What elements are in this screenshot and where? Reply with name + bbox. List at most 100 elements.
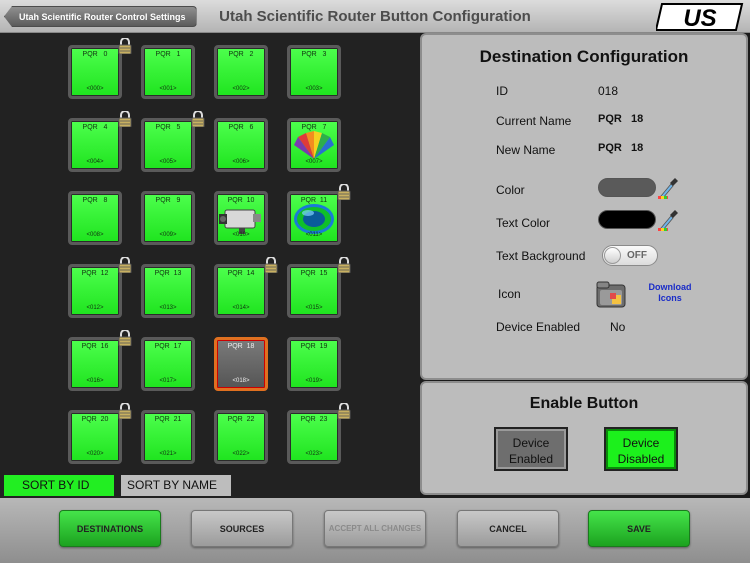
- globe-icon: [292, 202, 336, 236]
- enable-button-panel: Enable Button Device Enabled Device Disa…: [420, 381, 748, 495]
- new-name-field[interactable]: PQR 18: [598, 142, 643, 154]
- bottom-toolbar: DESTINATIONS SOURCES ACCEPT ALL CHANGES …: [0, 498, 750, 563]
- tile-name: PQR 9: [155, 197, 181, 204]
- tile-name: PQR 18: [227, 343, 255, 350]
- device-enabled-button[interactable]: Device Enabled: [494, 427, 568, 471]
- id-value: 018: [598, 84, 619, 98]
- save-button[interactable]: SAVE: [588, 510, 690, 547]
- tile-id: <008>: [86, 232, 104, 238]
- text-color-label: Text Color: [496, 216, 551, 230]
- tile-name: PQR 5: [155, 124, 181, 131]
- lock-icon: [337, 402, 351, 420]
- destination-tile[interactable]: PQR 1 <001>: [141, 45, 195, 99]
- destinations-button[interactable]: DESTINATIONS: [59, 510, 161, 547]
- destination-tile[interactable]: PQR 18 <018>: [214, 337, 268, 391]
- new-name-label: New Name: [496, 143, 556, 157]
- sources-button[interactable]: SOURCES: [191, 510, 293, 547]
- tile-name: PQR 14: [227, 270, 255, 277]
- tile-id: <002>: [232, 86, 250, 92]
- tile-id: <018>: [232, 378, 250, 384]
- tile-name: PQR 4: [82, 124, 108, 131]
- lock-icon: [118, 37, 132, 55]
- tile-id: <005>: [159, 159, 177, 165]
- destination-tile[interactable]: PQR 16 <016>: [68, 337, 122, 391]
- tile-name: PQR 20: [81, 416, 109, 423]
- tile-id: <000>: [86, 86, 104, 92]
- tile-name: PQR 3: [301, 51, 327, 58]
- tile-id: <003>: [305, 86, 323, 92]
- current-name-value: PQR 18: [598, 113, 644, 125]
- color-swatch[interactable]: [598, 178, 656, 197]
- destination-tile[interactable]: PQR 22 <022>: [214, 410, 268, 464]
- tile-name: PQR 8: [82, 197, 108, 204]
- text-background-toggle[interactable]: OFF: [602, 245, 658, 266]
- tile-name: PQR 16: [81, 343, 109, 350]
- text-background-label: Text Background: [496, 249, 586, 263]
- lock-icon: [118, 402, 132, 420]
- destination-tile[interactable]: PQR 0 <000>: [68, 45, 122, 99]
- tile-name: PQR 17: [154, 343, 182, 350]
- tile-id: <013>: [159, 305, 177, 311]
- destination-tile[interactable]: PQR 13 <013>: [141, 264, 195, 318]
- destination-tile[interactable]: PQR 4 <004>: [68, 118, 122, 172]
- destination-tile[interactable]: PQR 20 <020>: [68, 410, 122, 464]
- us-logo: US: [656, 3, 744, 32]
- tile-id: <015>: [305, 305, 323, 311]
- cancel-button[interactable]: CANCEL: [457, 510, 559, 547]
- destination-tile[interactable]: PQR 23 <023>: [287, 410, 341, 464]
- destination-tile[interactable]: PQR 12 <012>: [68, 264, 122, 318]
- text-color-swatch[interactable]: [598, 210, 656, 229]
- destination-tile[interactable]: PQR 15 <015>: [287, 264, 341, 318]
- destination-tile[interactable]: PQR 7 <007>: [287, 118, 341, 172]
- destination-tile[interactable]: PQR 21 <021>: [141, 410, 195, 464]
- camera-icon: [219, 202, 263, 236]
- destination-tile[interactable]: PQR 10 <010>: [214, 191, 268, 245]
- lock-icon: [191, 110, 205, 128]
- tile-name: PQR 15: [300, 270, 328, 277]
- tile-name: PQR 12: [81, 270, 109, 277]
- destination-tile[interactable]: PQR 6 <006>: [214, 118, 268, 172]
- tile-id: <014>: [232, 305, 250, 311]
- destination-tile[interactable]: PQR 8 <008>: [68, 191, 122, 245]
- tile-id: <022>: [232, 451, 250, 457]
- tile-id: <011>: [305, 232, 323, 238]
- destination-tile[interactable]: PQR 17 <017>: [141, 337, 195, 391]
- lock-icon: [118, 329, 132, 347]
- device-enabled-value: No: [610, 320, 626, 334]
- color-label: Color: [496, 183, 525, 197]
- lock-icon: [337, 256, 351, 274]
- logo-text: US: [683, 5, 716, 32]
- destination-tile[interactable]: PQR 19 <019>: [287, 337, 341, 391]
- tile-id: <017>: [159, 378, 177, 384]
- destination-tile[interactable]: PQR 3 <003>: [287, 45, 341, 99]
- tile-id: <001>: [159, 86, 177, 92]
- download-icons-link[interactable]: Download Icons: [640, 282, 700, 304]
- sort-by-name-button[interactable]: SORT BY NAME: [121, 475, 231, 496]
- destination-tile[interactable]: PQR 9 <009>: [141, 191, 195, 245]
- tile-name: PQR 6: [228, 124, 254, 131]
- lock-icon: [264, 256, 278, 274]
- destination-tile[interactable]: PQR 11 <011>: [287, 191, 341, 245]
- tile-id: <020>: [86, 451, 104, 457]
- id-label: ID: [496, 84, 508, 98]
- enable-panel-title: Enable Button: [529, 395, 639, 412]
- eyedropper-icon[interactable]: [658, 207, 680, 231]
- tile-name: PQR 11: [300, 197, 328, 204]
- destination-tile[interactable]: PQR 5 <005>: [141, 118, 195, 172]
- destination-tile[interactable]: PQR 2 <002>: [214, 45, 268, 99]
- eyedropper-icon[interactable]: [658, 175, 680, 199]
- lock-icon: [118, 110, 132, 128]
- device-disabled-button[interactable]: Device Disabled: [604, 427, 678, 471]
- toggle-knob: [604, 247, 621, 264]
- header-bar: Utah Scientific Router Control Settings …: [0, 0, 750, 33]
- icon-label: Icon: [498, 287, 521, 301]
- folder-icon[interactable]: [596, 279, 628, 311]
- sort-by-id-button[interactable]: SORT BY ID: [4, 475, 114, 496]
- destination-tile[interactable]: PQR 14 <014>: [214, 264, 268, 318]
- tile-id: <009>: [159, 232, 177, 238]
- destination-config-panel: Destination Configuration ID 018 Current…: [420, 33, 748, 380]
- tile-id: <019>: [305, 378, 323, 384]
- panel-title: Destination Configuration: [479, 47, 689, 66]
- page-title: Utah Scientific Router Button Configurat…: [219, 8, 531, 25]
- accept-all-changes-button[interactable]: ACCEPT ALL CHANGES: [324, 510, 426, 547]
